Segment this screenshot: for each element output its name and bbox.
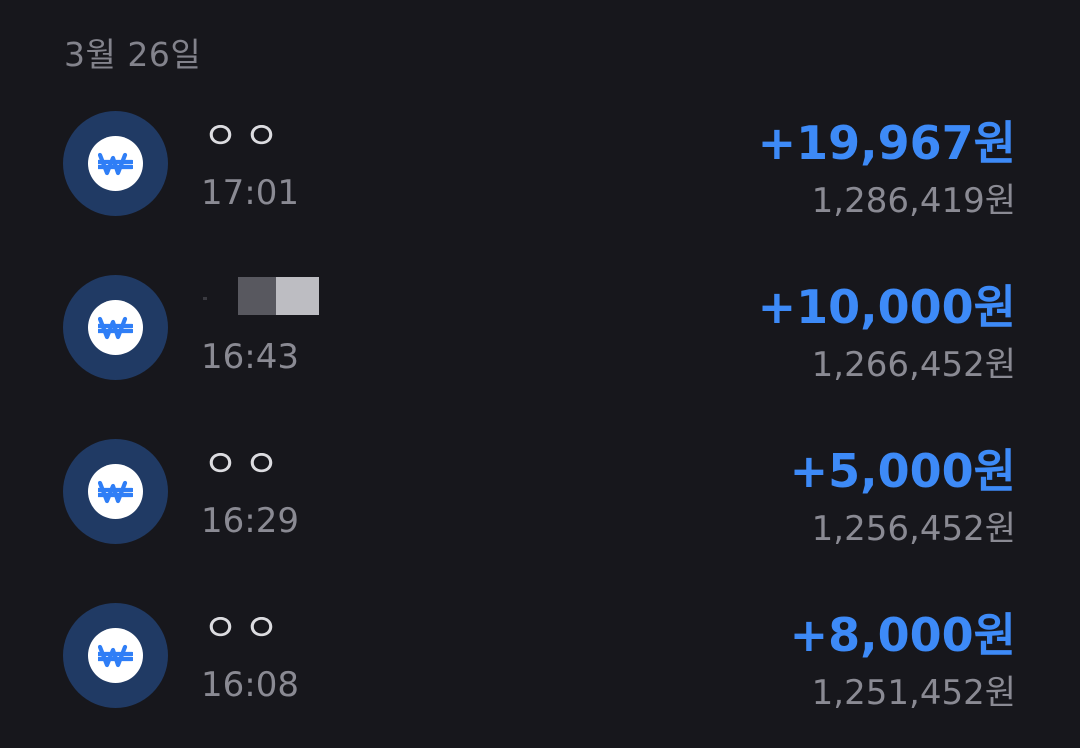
won-coin-icon [63, 603, 168, 708]
transaction-amount: +19,967원 [757, 116, 1016, 170]
transaction-row[interactable]: 16:43 +10,000원 1,266,452원 [0, 275, 1080, 405]
transaction-time: 16:43 [201, 337, 299, 377]
transaction-row[interactable]: ㅇㅇ 16:08 +8,000원 1,251,452원 [0, 603, 1080, 733]
transaction-name: ㅇㅇ [203, 442, 285, 486]
won-coin-icon [63, 275, 168, 380]
transaction-row[interactable]: ㅇㅇ 17:01 +19,967원 1,286,419원 [0, 111, 1080, 241]
transaction-name: ㅇㅇ [203, 114, 285, 158]
transaction-time: 16:29 [201, 501, 299, 541]
transaction-amount: +8,000원 [789, 608, 1016, 662]
transaction-list: ㅇㅇ 17:01 +19,967원 1,286,419원 16:43 +10,0… [0, 0, 1080, 748]
transaction-amount: +10,000원 [757, 280, 1016, 334]
transaction-balance: 1,251,452원 [811, 673, 1016, 713]
won-coin-icon [63, 111, 168, 216]
transaction-name: ㅇㅇ [203, 606, 285, 650]
transaction-time: 17:01 [201, 173, 299, 213]
redacted-sender-name [203, 275, 323, 317]
transaction-amount: +5,000원 [789, 444, 1016, 498]
transaction-time: 16:08 [201, 665, 299, 705]
transaction-row[interactable]: ㅇㅇ 16:29 +5,000원 1,256,452원 [0, 439, 1080, 569]
transaction-balance: 1,256,452원 [811, 509, 1016, 549]
transaction-balance: 1,286,419원 [811, 181, 1016, 221]
won-coin-icon [63, 439, 168, 544]
transaction-balance: 1,266,452원 [811, 345, 1016, 385]
